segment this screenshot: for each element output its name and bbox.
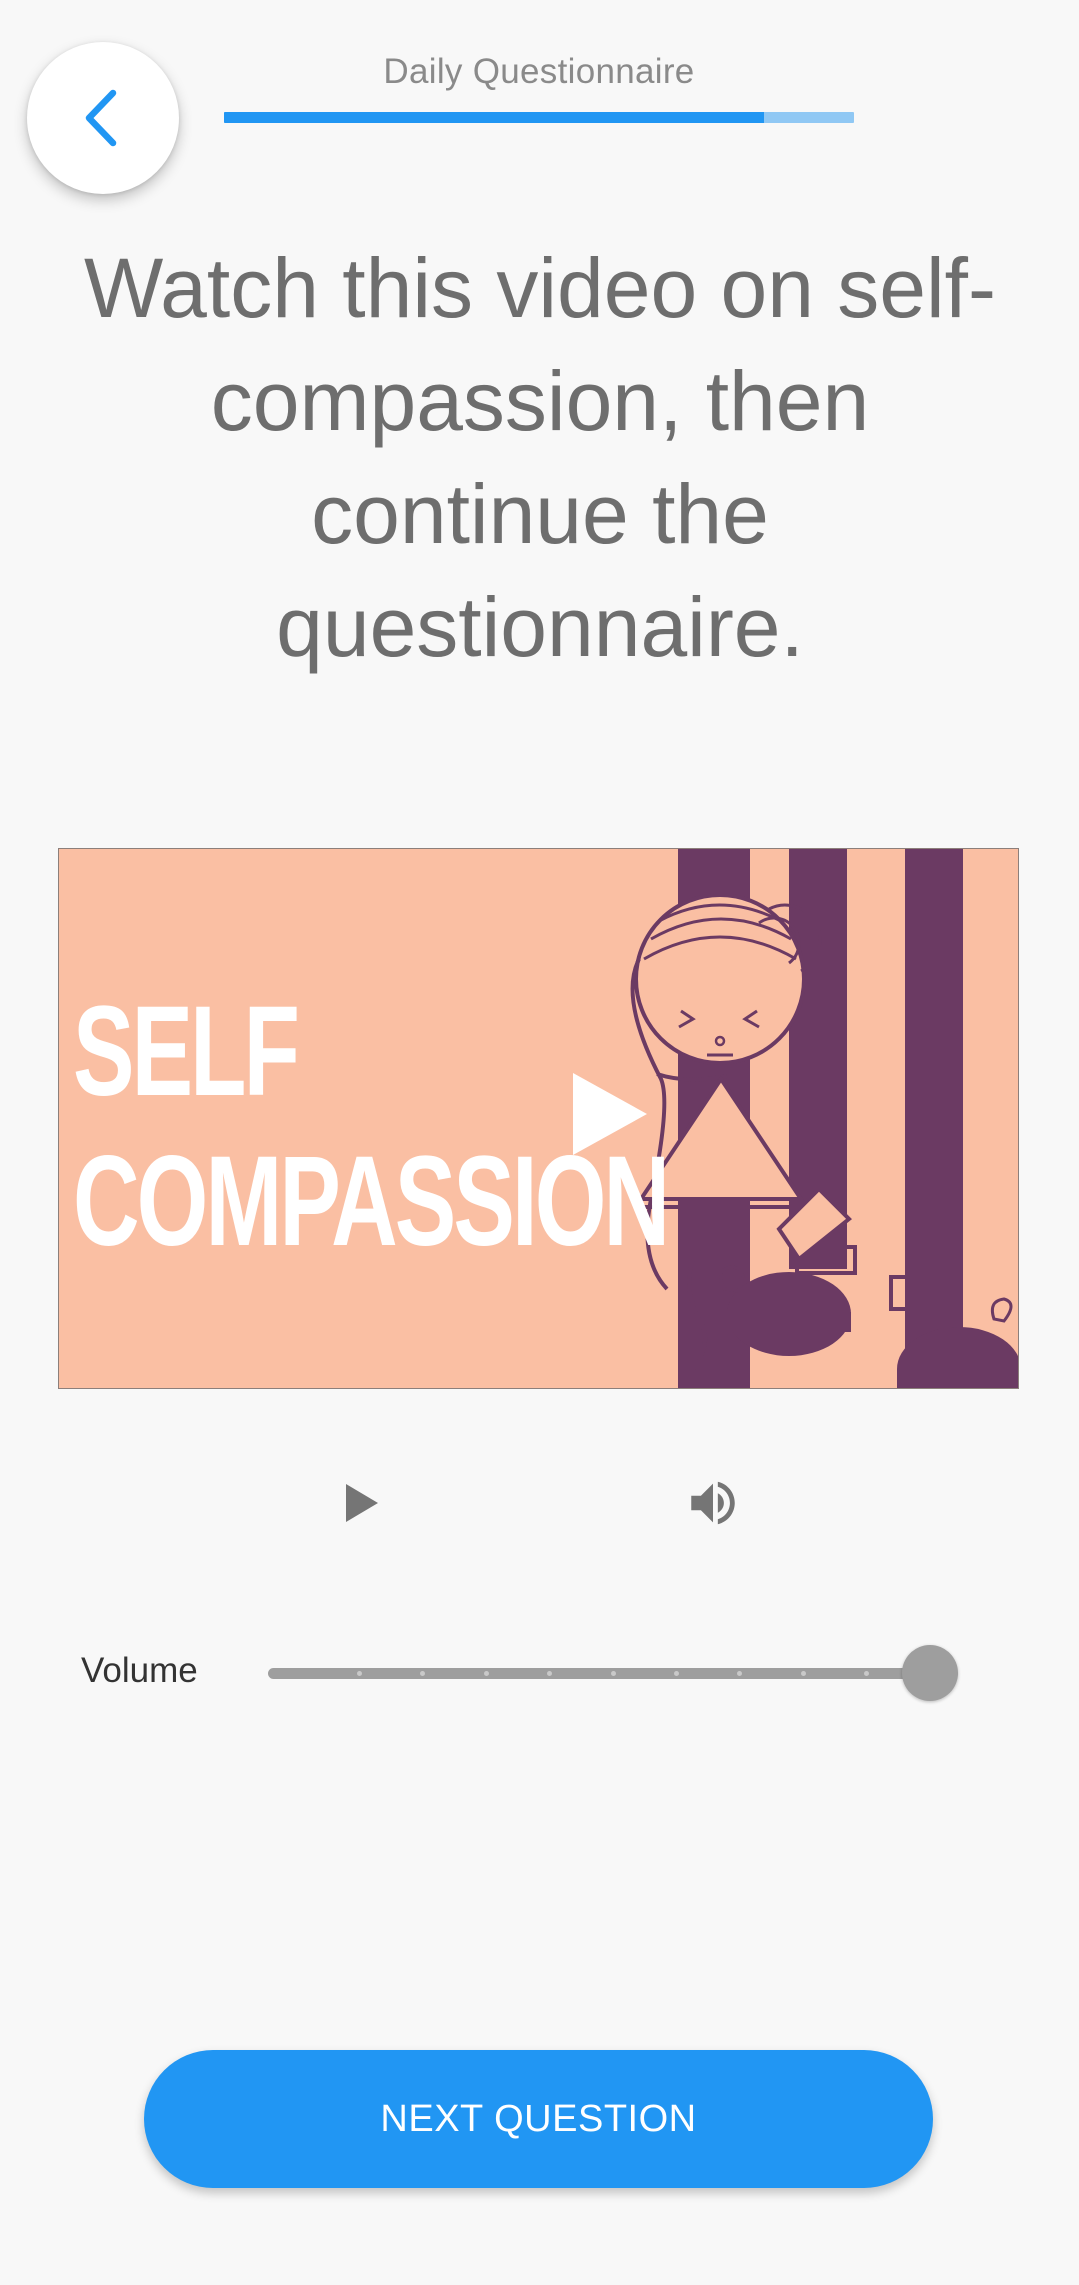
- volume-slider-thumb[interactable]: [902, 1645, 958, 1701]
- volume-slider[interactable]: [268, 1645, 958, 1701]
- volume-slider-step-dot: [610, 1671, 616, 1676]
- volume-slider-step-dot: [800, 1671, 806, 1676]
- volume-slider-step-dot: [356, 1671, 362, 1676]
- volume-up-icon: [691, 1481, 735, 1525]
- chevron-left-icon: [85, 89, 117, 147]
- volume-slider-step-dot: [673, 1671, 679, 1676]
- progress-bar: [224, 112, 854, 123]
- header-title: Daily Questionnaire: [383, 52, 695, 91]
- video-play-button[interactable]: [569, 1069, 649, 1164]
- play-icon: [346, 1484, 378, 1522]
- back-button[interactable]: [27, 42, 179, 194]
- instruction-heading: Watch this video on self-compassion, the…: [84, 241, 996, 674]
- volume-label: Volume: [81, 1651, 198, 1690]
- volume-slider-step-dot: [483, 1671, 489, 1676]
- play-button[interactable]: [342, 1480, 382, 1531]
- next-question-button[interactable]: NEXT QUESTION: [144, 2050, 933, 2188]
- mute-button[interactable]: [684, 1474, 742, 1537]
- player-controls: [0, 1470, 1079, 1540]
- progress-bar-fill: [224, 112, 764, 123]
- play-icon: [573, 1073, 647, 1155]
- video-player[interactable]: SELF COMPASSION: [58, 848, 1019, 1389]
